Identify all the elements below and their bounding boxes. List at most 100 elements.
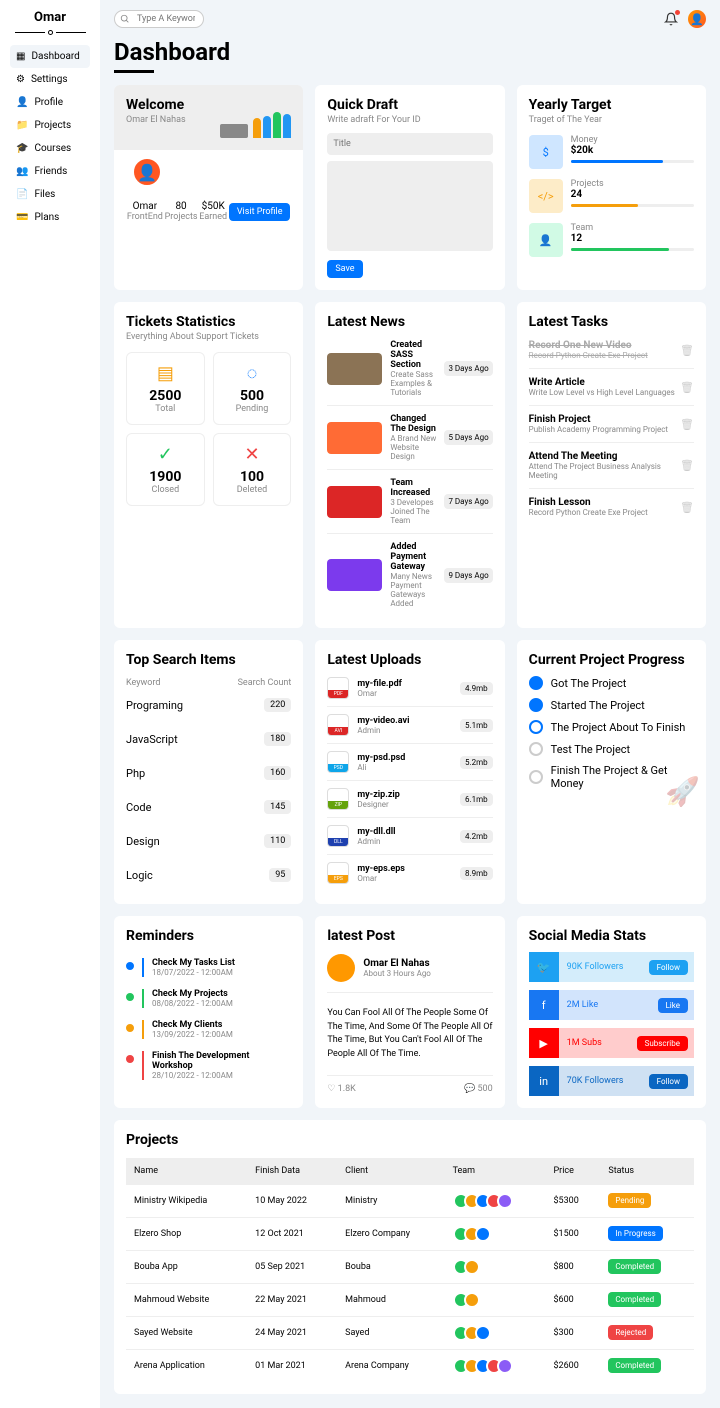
target-item: </> Projects24 xyxy=(529,179,694,213)
news-thumb xyxy=(327,422,382,454)
reminder-item: Finish The Development Workshop28/10/202… xyxy=(126,1045,291,1086)
upload-item: AVI my-video.aviAdmin 5.1mb xyxy=(327,707,492,744)
task-item: Record One New VideoRecord Python Create… xyxy=(529,332,694,369)
social-action-button[interactable]: Like xyxy=(658,998,688,1013)
reminder-dot-icon xyxy=(126,993,134,1001)
social-item: in 70K Followers Follow xyxy=(529,1066,694,1096)
trash-icon[interactable]: 🗑 xyxy=(680,344,694,357)
post-time: About 3 Hours Ago xyxy=(363,969,431,978)
post-body: You Can Fool All Of The People Some Of T… xyxy=(327,992,492,1076)
reminder-dot-icon xyxy=(126,1024,134,1032)
file-icon: PDF xyxy=(327,677,349,699)
projects-icon: 📁 xyxy=(16,120,28,131)
target-icon: 👤 xyxy=(529,223,563,257)
draft-title: Quick Draft xyxy=(327,97,492,113)
news-title: Latest News xyxy=(327,314,492,330)
ticket-box: ▤ 2500Total xyxy=(126,352,205,425)
task-item: Write ArticleWrite Low Level vs High Lev… xyxy=(529,369,694,406)
sidebar-item-plans[interactable]: 💳Plans xyxy=(10,206,90,229)
visit-profile-button[interactable]: Visit Profile xyxy=(229,203,291,221)
sidebar-item-files[interactable]: 📄Files xyxy=(10,183,90,206)
targets-card: Yearly Target Traget of The Year $ Money… xyxy=(517,85,706,290)
trash-icon[interactable]: 🗑 xyxy=(680,381,694,394)
social-title: Social Media Stats xyxy=(529,928,694,944)
uploads-title: Latest Uploads xyxy=(327,652,492,668)
draft-sub: Write adraft For Your ID xyxy=(327,115,492,125)
post-avatar-icon xyxy=(327,954,355,982)
linkedin-icon: in xyxy=(529,1066,559,1096)
welcome-card: Welcome Omar El Nahas 👤 OmarFrontEnd80Pr… xyxy=(114,85,303,290)
sidebar: Omar ▦Dashboard⚙Settings👤Profile📁Project… xyxy=(0,0,100,1408)
reminder-dot-icon xyxy=(126,962,134,970)
sidebar-item-courses[interactable]: 🎓Courses xyxy=(10,137,90,160)
ticket-box: ✕ 100Deleted xyxy=(213,433,292,506)
progress-step: Test The Project xyxy=(529,742,694,756)
post-author: Omar El Nahas xyxy=(363,958,431,969)
upload-item: PSD my-psd.psdAli 5.2mb xyxy=(327,744,492,781)
social-action-button[interactable]: Follow xyxy=(649,960,688,975)
reminder-item: Check My Clients13/09/2022 - 12:00AM xyxy=(126,1014,291,1045)
social-action-button[interactable]: Follow xyxy=(649,1074,688,1089)
plans-icon: 💳 xyxy=(16,212,28,223)
draft-card: Quick Draft Write adraft For Your ID Sav… xyxy=(315,85,504,290)
projects-table: NameFinish DataClientTeamPriceStatus Min… xyxy=(126,1158,694,1382)
friends-icon: 👥 xyxy=(16,166,28,177)
draft-title-input[interactable] xyxy=(327,133,492,155)
post-card: latest Post Omar El Nahas About 3 Hours … xyxy=(315,916,504,1108)
social-item: ▶ 1M Subs Subscribe xyxy=(529,1028,694,1058)
upload-item: PDF my-file.pdfOmar 4.9mb xyxy=(327,670,492,707)
team-avatars xyxy=(453,1358,538,1374)
trash-icon[interactable]: 🗑 xyxy=(680,501,694,514)
top-search-card: Top Search Items KeywordSearch Count Pro… xyxy=(114,640,303,904)
progress-step: Started The Project xyxy=(529,698,694,712)
social-item: 🐦 90K Followers Follow xyxy=(529,952,694,982)
ticket-box: ✓ 1900Closed xyxy=(126,433,205,506)
news-date: 9 Days Ago xyxy=(444,568,492,583)
dashboard-icon: ▦ xyxy=(16,51,25,62)
table-row: Mahmoud Website22 May 2021Mahmoud $600 C… xyxy=(126,1284,694,1317)
ticket-icon: ✓ xyxy=(137,444,194,465)
team-avatars xyxy=(453,1292,538,1308)
save-button[interactable]: Save xyxy=(327,260,362,278)
post-likes[interactable]: ♡ 1.8K xyxy=(327,1084,355,1094)
status-badge: Rejected xyxy=(608,1325,653,1340)
target-icon: $ xyxy=(529,135,563,169)
sidebar-item-profile[interactable]: 👤Profile xyxy=(10,91,90,114)
sidebar-title: Omar xyxy=(10,10,90,25)
sidebar-item-dashboard[interactable]: ▦Dashboard xyxy=(10,45,90,68)
target-item: $ Money$20k xyxy=(529,135,694,169)
tickets-card: Tickets Statistics Everything About Supp… xyxy=(114,302,303,628)
progress-step: The Project About To Finish xyxy=(529,720,694,734)
news-thumb xyxy=(327,559,382,591)
sidebar-item-friends[interactable]: 👥Friends xyxy=(10,160,90,183)
news-item: Added Payment GatewayMany News Payment G… xyxy=(327,534,492,616)
draft-body-input[interactable] xyxy=(327,161,492,251)
trash-icon[interactable]: 🗑 xyxy=(680,459,694,472)
status-badge: Pending xyxy=(608,1193,651,1208)
team-avatars xyxy=(453,1193,538,1209)
post-comments[interactable]: 💬 500 xyxy=(464,1084,493,1094)
rocket-icon: 🚀 xyxy=(665,775,700,808)
progress-circle-icon xyxy=(529,698,543,712)
search-keyword-item: JavaScript180 xyxy=(126,722,291,756)
page-title: Dashboard xyxy=(114,38,706,73)
sidebar-item-projects[interactable]: 📁Projects xyxy=(10,114,90,137)
uploads-card: Latest Uploads PDF my-file.pdfOmar 4.9mb… xyxy=(315,640,504,904)
task-item: Finish LessonRecord Python Create Exe Pr… xyxy=(529,489,694,525)
twitter-icon: 🐦 xyxy=(529,952,559,982)
task-item: Finish ProjectPublish Academy Programmin… xyxy=(529,406,694,443)
team-avatars xyxy=(453,1325,538,1341)
search-keyword-item: Logic95 xyxy=(126,858,291,892)
facebook-icon: f xyxy=(529,990,559,1020)
trash-icon[interactable]: 🗑 xyxy=(680,418,694,431)
notification-icon[interactable] xyxy=(664,12,678,26)
news-item: Changed The DesignA Brand New Website De… xyxy=(327,406,492,470)
sidebar-item-settings[interactable]: ⚙Settings xyxy=(10,68,90,91)
social-item: f 2M Like Like xyxy=(529,990,694,1020)
reminders-card: Reminders Check My Tasks List18/07/2022 … xyxy=(114,916,303,1108)
user-avatar[interactable]: 👤 xyxy=(688,10,706,28)
social-action-button[interactable]: Subscribe xyxy=(637,1036,688,1051)
reminder-item: Check My Projects08/08/2022 - 12:00AM xyxy=(126,983,291,1014)
progress-circle-icon xyxy=(529,720,543,734)
news-date: 3 Days Ago xyxy=(444,361,492,376)
